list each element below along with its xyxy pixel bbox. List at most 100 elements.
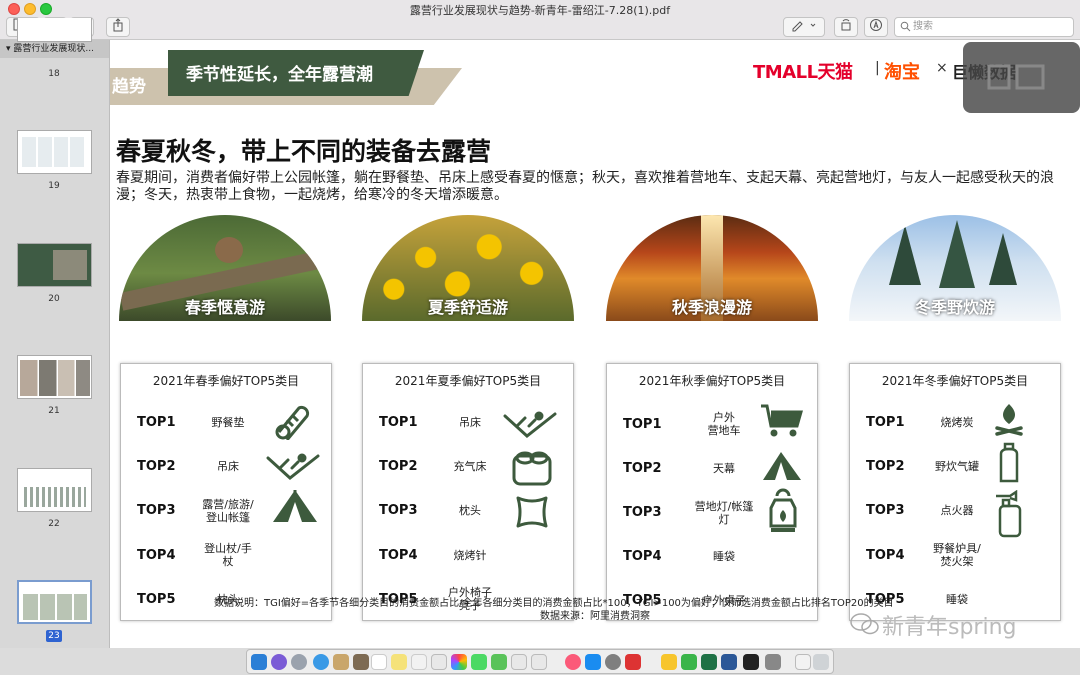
summer-card: 2021年夏季偏好TOP5类目 TOP1 吊床 TOP2 充气床 TOP3 枕头… (362, 363, 574, 621)
facetime-icon[interactable] (491, 654, 507, 670)
finder-icon[interactable] (251, 654, 267, 670)
category-name: 吊床 (217, 460, 239, 473)
safari-icon[interactable] (313, 654, 329, 670)
category-name: 露营/旅游/ 登山帐篷 (202, 498, 254, 524)
rank-label: TOP3 (623, 505, 662, 520)
tent-icon (273, 490, 317, 522)
spring-card-title: 2021年春季偏好TOP5类目 (152, 374, 300, 388)
terminal-icon[interactable] (743, 654, 759, 670)
rank-label: TOP5 (137, 592, 176, 607)
document-icon[interactable] (795, 654, 811, 670)
dock-bar (246, 649, 834, 674)
category-name: 烧烤针 (453, 549, 487, 562)
rank-label: TOP3 (137, 503, 176, 518)
rank-label: TOP1 (379, 415, 418, 430)
brand-separator: | (875, 60, 880, 76)
summer-card-title: 2021年夏季偏好TOP5类目 (394, 374, 542, 388)
category-name: 烧烤炭 (940, 416, 974, 429)
markup-button[interactable] (783, 17, 825, 37)
spring-card: 2021年春季偏好TOP5类目 TOP1 野餐垫 TOP2 吊床 TOP3 露营… (120, 363, 332, 621)
igniter-icon (996, 490, 1022, 538)
summer-image: 夏季舒适游 (362, 215, 574, 321)
page-number-23: 23 (46, 630, 62, 642)
calendar-icon[interactable] (371, 654, 387, 670)
page-thumbnail-22[interactable] (17, 468, 92, 512)
pdf-page: 趋势 季节性延长，全年露营潮 TMALL天猫 | 淘宝 × 巨懒数据 春夏秋冬，… (110, 40, 1080, 648)
page-number-20: 20 (48, 294, 60, 304)
gas-canister-icon (999, 442, 1019, 483)
rotate-button[interactable] (834, 17, 858, 37)
winter-label: 冬季野炊游 (914, 298, 995, 317)
launchpad-icon[interactable] (291, 654, 307, 670)
trend-tab-label: 趋势 (112, 77, 146, 97)
photos-icon[interactable] (451, 654, 467, 670)
wechat-app-icon[interactable] (681, 654, 697, 670)
rank-label: TOP4 (623, 549, 662, 564)
contacts-icon[interactable] (353, 654, 369, 670)
annotate-button[interactable] (864, 17, 888, 37)
page-thumbnail-23[interactable] (17, 580, 92, 624)
page-number-18: 18 (48, 69, 60, 79)
rank-label: TOP2 (866, 459, 905, 474)
numbers-icon[interactable] (531, 654, 547, 670)
app-store-icon[interactable] (585, 654, 601, 670)
reminders-icon[interactable] (411, 654, 427, 670)
category-name: 野炊气罐 (935, 460, 979, 473)
music-icon[interactable] (565, 654, 581, 670)
brand-times: × (936, 60, 948, 76)
sidebar-document-header[interactable]: ▾ 露营行业发展现状... (0, 40, 109, 58)
preview-icon[interactable] (511, 654, 527, 670)
winter-image: 冬季野炊游 (849, 215, 1061, 321)
winter-card: 2021年冬季偏好TOP5类目 TOP1 烧烤炭 TOP2 野炊气罐 TOP3 … (849, 363, 1061, 621)
category-name: 登山杖/手 杖 (204, 542, 252, 568)
notes-app-icon[interactable] (661, 654, 677, 670)
category-name: 户外 营地车 (707, 411, 741, 437)
category-name: 吊床 (459, 416, 481, 429)
winter-card-title: 2021年冬季偏好TOP5类目 (881, 374, 1029, 388)
thumbnail-sidebar: ▾ 露营行业发展现状... 18 19 20 21 22 23 (0, 18, 110, 648)
page-thumbnail-19[interactable] (17, 130, 92, 174)
spring-image: 春季惬意游 (119, 215, 331, 321)
share-icon (113, 18, 123, 32)
picnic-mat-icon (275, 405, 310, 440)
excel-icon[interactable] (701, 654, 717, 670)
page-thumbnail-21[interactable] (17, 355, 92, 399)
dock (0, 648, 1080, 675)
hammock-icon (266, 453, 320, 480)
spring-label: 春季惬意游 (184, 298, 265, 317)
office-icon[interactable] (625, 654, 641, 670)
page-thumbnail-20[interactable] (17, 243, 92, 287)
circle-a-icon (870, 19, 882, 31)
hammock-icon (503, 411, 557, 438)
search-input[interactable]: 搜索 (894, 17, 1074, 37)
rank-label: TOP3 (866, 503, 905, 518)
cart-icon (761, 404, 803, 437)
system-preferences-icon[interactable] (605, 654, 621, 670)
notes-icon[interactable] (391, 654, 407, 670)
pen-icon (792, 21, 816, 32)
sidebar-document-title: 露营行业发展现状... (13, 44, 94, 54)
screenshot-icon[interactable] (765, 654, 781, 670)
floating-overlay-panel[interactable] (963, 42, 1080, 113)
campfire-icon (995, 404, 1023, 436)
page-thumbnail-18[interactable] (17, 18, 92, 42)
slide-intro: 春夏期间，消费者偏好带上公园帐篷，躺在野餐垫、吊床上感受春夏的惬意；秋天，喜欢推… (116, 170, 1054, 203)
siri-icon[interactable] (271, 654, 287, 670)
page-number-22: 22 (48, 519, 60, 529)
category-name: 野餐垫 (211, 416, 245, 429)
messages-icon[interactable] (471, 654, 487, 670)
mail-icon[interactable] (333, 654, 349, 670)
word-icon[interactable] (721, 654, 737, 670)
lantern-icon (769, 488, 797, 532)
summer-label: 夏季舒适游 (427, 298, 508, 317)
canopy-icon (763, 452, 801, 480)
maps-icon[interactable] (431, 654, 447, 670)
share-button[interactable] (106, 17, 130, 37)
window-title: 露营行业发展现状与趋势-新青年-雷绍江-7.28(1).pdf (409, 4, 671, 17)
trash-icon[interactable] (813, 654, 829, 670)
rank-label: TOP1 (866, 415, 905, 430)
air-bed-icon (512, 451, 552, 486)
search-icon (900, 21, 911, 32)
tmall-logo: TMALL天猫 (753, 62, 853, 83)
autumn-card-title: 2021年秋季偏好TOP5类目 (638, 374, 786, 388)
